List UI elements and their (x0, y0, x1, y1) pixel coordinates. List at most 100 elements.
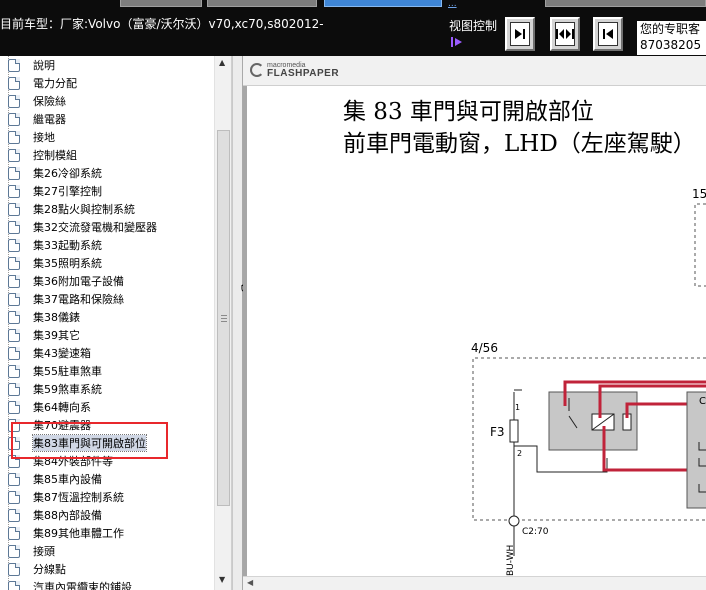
tree-item[interactable]: 集43變速箱 (8, 344, 91, 362)
document-icon (8, 382, 20, 396)
diagram-ref-top: 15 (692, 187, 706, 201)
document-icon (8, 400, 20, 414)
tree-item[interactable]: 控制模組 (8, 146, 77, 164)
document-icon (8, 274, 20, 288)
tree-item[interactable]: 集36附加電子設備 (8, 272, 124, 290)
document-icon (8, 346, 20, 360)
top-toolbar: ... 目前车型：厂家:Volvo（富豪/沃尔沃）v70,xc70,s80201… (0, 0, 706, 56)
tree-item[interactable]: 電力分配 (8, 74, 77, 92)
tree-item[interactable]: 集59煞車系統 (8, 380, 102, 398)
logo-big-text: FLASHPAPER (267, 68, 340, 79)
tree-item[interactable]: 集37電路和保險絲 (8, 290, 124, 308)
tree-vertical-scrollbar[interactable]: ▲ ▼ (214, 56, 231, 590)
tree-item-label: 保險絲 (33, 95, 66, 108)
tree-item-label: 集37電路和保險絲 (33, 293, 124, 306)
view-arrow-icon (451, 37, 462, 47)
document-icon (8, 94, 20, 108)
document-icon (8, 490, 20, 504)
tree-item[interactable]: 集32交流發電機和變壓器 (8, 218, 157, 236)
tree-item[interactable]: 分線點 (8, 560, 66, 578)
document-icon (8, 184, 20, 198)
tree-item-label: 集36附加電子設備 (33, 275, 124, 288)
tree-item[interactable]: 集27引擎控制 (8, 182, 102, 200)
tree-item-label: 集89其他車體工作 (33, 527, 124, 540)
top-tab-active[interactable] (324, 0, 442, 7)
tree-item-label: 控制模組 (33, 149, 77, 162)
tree-item[interactable]: 集85車內設備 (8, 470, 102, 488)
tree-item[interactable]: 集38儀錶 (8, 308, 80, 326)
top-tab[interactable] (120, 0, 202, 7)
tree-item[interactable]: 說明 (8, 56, 55, 74)
scroll-down-icon[interactable]: ▼ (219, 575, 225, 584)
diagram-fuse-label: F3 (490, 425, 505, 439)
tree-item[interactable]: 集89其他車體工作 (8, 524, 124, 542)
tree-item-label: 集64轉向系 (33, 401, 91, 414)
document-page: 集 83 車門與可開啟部位 前車門電動窗，LHD（左座駕駛） 15 4/56 1… (247, 86, 706, 576)
tree-item-label: 集55駐車煞車 (33, 365, 102, 378)
document-icon (8, 328, 20, 342)
viewer-horizontal-scrollbar[interactable]: ◀ (243, 576, 706, 590)
tree-item[interactable]: 保險絲 (8, 92, 66, 110)
flashpaper-viewer: macromedia FLASHPAPER 集 83 車門與可開啟部位 前車門電… (243, 56, 706, 590)
diagram-wire-label: BU-WH (506, 545, 516, 576)
chapter-tree: 說明電力分配保險絲繼電器接地控制模組集26冷卻系統 集27引擎控制 集28點火與控制… (0, 56, 232, 590)
tree-item-label: 集59煞車系統 (33, 383, 102, 396)
document-icon (8, 364, 20, 378)
tree-item[interactable]: 繼電器 (8, 110, 66, 128)
next-page-button[interactable] (505, 17, 535, 51)
tree-item-label: 接頭 (33, 545, 55, 558)
previous-page-button[interactable] (593, 17, 623, 51)
tree-item[interactable]: 集26冷卻系統 (8, 164, 102, 182)
top-tab[interactable] (545, 0, 706, 7)
tree-item-label: 集87恆溫控制系統 (33, 491, 124, 504)
tree-item[interactable]: 集33起動系統 (8, 236, 102, 254)
tree-item-label: 汽車內電纜束的鋪設 (33, 581, 132, 590)
document-icon (8, 220, 20, 234)
tree-item-label: 接地 (33, 131, 55, 144)
diagram-side-label: C (699, 396, 706, 407)
scroll-up-icon[interactable]: ▲ (219, 58, 225, 67)
viewer-header: macromedia FLASHPAPER (243, 56, 706, 86)
tree-item[interactable]: 汽車內電纜束的鋪設 (8, 578, 132, 590)
scroll-left-icon[interactable]: ◀ (247, 578, 253, 587)
tree-item[interactable]: 集39其它 (8, 326, 80, 344)
tree-item-label: 集39其它 (33, 329, 80, 342)
document-icon (8, 508, 20, 522)
connector-node (508, 515, 520, 527)
document-icon (8, 130, 20, 144)
document-icon (8, 580, 20, 590)
tree-item-label: 分線點 (33, 563, 66, 576)
diagram-dashed-box (694, 203, 706, 287)
tree-item[interactable]: 集35照明系統 (8, 254, 102, 272)
diagram-ref-box: 4/56 (471, 341, 498, 355)
top-tab[interactable] (207, 0, 317, 7)
macromedia-logo-icon (250, 63, 264, 77)
tree-item-label: 集85車內設備 (33, 473, 102, 486)
tree-item[interactable]: 集28點火與控制系統 (8, 200, 135, 218)
contact-panel: 您的专职客 87038205 (637, 21, 706, 55)
tree-item-label: 集33起動系統 (33, 239, 102, 252)
pane-splitter[interactable] (232, 56, 243, 590)
tree-item[interactable]: 接地 (8, 128, 55, 146)
tree-item-label: 電力分配 (33, 77, 77, 90)
arrow-left-bar-icon (603, 29, 613, 39)
tree-item-label: 說明 (33, 59, 55, 72)
tree-item[interactable]: 集64轉向系 (8, 398, 91, 416)
document-icon (8, 166, 20, 180)
document-icon (8, 310, 20, 324)
tree-item[interactable]: 集88內部設備 (8, 506, 102, 524)
tree-item-label: 集35照明系統 (33, 257, 102, 270)
document-icon (8, 292, 20, 306)
fit-width-icon (556, 29, 574, 39)
document-icon (8, 472, 20, 486)
tree-item[interactable]: 集87恆溫控制系統 (8, 488, 124, 506)
tree-item[interactable]: 接頭 (8, 542, 55, 560)
flashpaper-logo: macromedia FLASHPAPER (250, 62, 340, 79)
tree-item[interactable]: 集55駐車煞車 (8, 362, 102, 380)
scrollbar-thumb[interactable] (217, 130, 230, 506)
diagram-pin2: 2 (517, 449, 522, 458)
document-icon (8, 256, 20, 270)
top-link[interactable]: ... (448, 0, 457, 9)
fit-width-button[interactable] (550, 17, 580, 51)
fuse-symbol (509, 419, 519, 443)
